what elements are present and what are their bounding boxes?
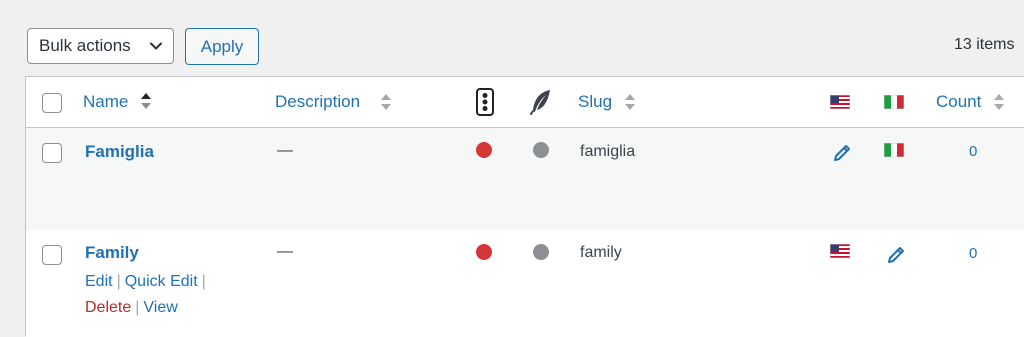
column-slug-header[interactable]: Slug bbox=[578, 92, 612, 112]
term-count-link[interactable]: 0 bbox=[969, 245, 977, 262]
sort-icon[interactable] bbox=[993, 93, 1005, 111]
bulk-actions-label: Bulk actions bbox=[39, 36, 131, 55]
feather-icon bbox=[530, 90, 550, 115]
term-name-link[interactable]: Family bbox=[85, 243, 139, 263]
sort-icon[interactable] bbox=[380, 93, 392, 111]
row-checkbox[interactable] bbox=[42, 245, 62, 265]
quick-edit-link[interactable]: Quick Edit bbox=[125, 273, 198, 290]
term-slug: family bbox=[580, 244, 622, 261]
view-link[interactable]: View bbox=[143, 299, 177, 316]
us-flag-icon bbox=[830, 95, 850, 109]
pencil-icon[interactable] bbox=[887, 244, 907, 264]
table-header: Name Description Slug Count bbox=[26, 77, 1024, 128]
it-flag-icon bbox=[884, 143, 904, 157]
term-description: — bbox=[277, 243, 293, 260]
sort-icon[interactable] bbox=[624, 93, 636, 111]
it-flag-icon bbox=[884, 95, 904, 109]
bulk-actions-select[interactable]: Bulk actions bbox=[27, 28, 174, 64]
apply-button[interactable]: Apply bbox=[185, 28, 259, 65]
term-description: — bbox=[277, 142, 293, 159]
items-count: 13 items bbox=[954, 36, 1015, 53]
delete-link[interactable]: Delete bbox=[85, 299, 131, 316]
separator: | bbox=[201, 273, 206, 290]
traffic-light-icon bbox=[476, 88, 494, 116]
chevron-down-icon bbox=[150, 42, 162, 50]
row-checkbox[interactable] bbox=[42, 143, 62, 163]
table-row: Family Edit | Quick Edit | Delete | View — fa… bbox=[26, 230, 1024, 337]
row-actions-primary: Edit | Quick Edit | bbox=[85, 273, 210, 291]
pencil-icon[interactable] bbox=[833, 142, 853, 162]
separator: | bbox=[116, 273, 121, 290]
column-name-header[interactable]: Name bbox=[83, 92, 128, 112]
edit-link[interactable]: Edit bbox=[85, 273, 113, 290]
status-dot bbox=[476, 244, 492, 260]
row-actions-secondary: Delete | View bbox=[85, 299, 178, 317]
separator: | bbox=[135, 299, 140, 316]
sort-asc-icon[interactable] bbox=[140, 92, 152, 110]
language-dot bbox=[533, 244, 549, 260]
column-count-header[interactable]: Count bbox=[936, 92, 981, 112]
status-dot bbox=[476, 142, 492, 158]
select-all-checkbox[interactable] bbox=[42, 93, 62, 113]
us-flag-icon bbox=[830, 244, 850, 258]
table-row: Famiglia — famiglia 0 bbox=[26, 128, 1024, 230]
term-count-link[interactable]: 0 bbox=[969, 143, 977, 160]
column-description-header[interactable]: Description bbox=[275, 92, 360, 112]
terms-table: Name Description Slug Count Famiglia — f… bbox=[25, 76, 1024, 337]
term-slug: famiglia bbox=[580, 143, 636, 160]
term-name-link[interactable]: Famiglia bbox=[85, 142, 154, 162]
language-dot bbox=[533, 142, 549, 158]
tablenav-top: Bulk actions Apply 13 items bbox=[0, 0, 1024, 76]
